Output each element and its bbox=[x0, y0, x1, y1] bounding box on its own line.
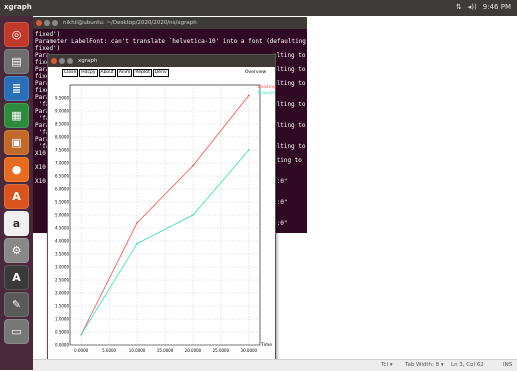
cursor-position: Ln 3, Col 62 bbox=[451, 362, 484, 368]
launcher: ◎ ▤ ≣ ▦ ▣ ● Aa ⚙ A ✎ ▭ bbox=[0, 16, 33, 370]
y-tick-label: 0.5000 bbox=[55, 330, 69, 335]
y-tick-label: 0.0000 bbox=[55, 343, 69, 348]
files-icon[interactable]: ▤ bbox=[4, 49, 29, 74]
firefox-icon[interactable]: ● bbox=[4, 157, 29, 182]
calc-icon[interactable]: ▦ bbox=[4, 103, 29, 128]
tab-width[interactable]: Tab Width: 8 ▾ bbox=[405, 362, 444, 368]
terminal-line-tail: ulting to bbox=[273, 101, 306, 108]
y-tick-label: 5.0000 bbox=[55, 213, 69, 218]
terminal-line: fixed') bbox=[35, 45, 61, 52]
top-panel: xgraph ⇅ ◂)) 9:46 PM bbox=[0, 0, 517, 16]
legend-label-existing: Existing bbox=[258, 84, 275, 90]
data-point bbox=[80, 333, 83, 336]
terminal-title: nikhil@ubuntu: ~/Desktop/2020/2020/ns/xg… bbox=[63, 20, 197, 26]
y-tick-label: 8.5000 bbox=[55, 122, 69, 127]
terminal-line-tail: ulting to bbox=[273, 143, 306, 150]
x-tick-label: 5.0000 bbox=[102, 348, 116, 353]
y-tick-label: 1.5000 bbox=[55, 304, 69, 309]
terminal-line: X10 bbox=[35, 164, 46, 171]
editor-icon[interactable]: ✎ bbox=[4, 292, 29, 317]
y-tick-label: 4.5000 bbox=[55, 226, 69, 231]
terminal-line-tail: ulting to bbox=[273, 122, 306, 129]
data-point bbox=[247, 94, 250, 97]
minimize-icon[interactable] bbox=[44, 20, 50, 26]
y-tick-label: 7.0000 bbox=[55, 161, 69, 166]
y-tick-label: 6.5000 bbox=[55, 174, 69, 179]
y-tick-label: 8.0000 bbox=[55, 135, 69, 140]
y-tick-label: 3.5000 bbox=[55, 252, 69, 257]
terminal-line: fixed') bbox=[35, 31, 61, 38]
data-point bbox=[136, 242, 138, 245]
writer-icon[interactable]: ≣ bbox=[4, 76, 29, 101]
syntax-mode[interactable]: Tcl ▾ bbox=[381, 362, 393, 368]
terminal-line: X10 bbox=[35, 150, 46, 157]
clock[interactable]: 9:46 PM bbox=[483, 3, 511, 11]
y-tick-label: 2.5000 bbox=[55, 278, 69, 283]
software-center-icon[interactable]: A bbox=[4, 184, 29, 209]
active-window-title: xgraph bbox=[4, 3, 32, 11]
terminal-line: Parameter LabelFont: can't translate `he… bbox=[35, 38, 307, 45]
terminal-line-tail: ulting to bbox=[273, 80, 306, 87]
y-tick-label: 7.5000 bbox=[55, 148, 69, 153]
data-point bbox=[192, 164, 194, 167]
impress-icon[interactable]: ▣ bbox=[4, 130, 29, 155]
terminal-titlebar[interactable]: nikhil@ubuntu: ~/Desktop/2020/2020/ns/xg… bbox=[33, 17, 307, 29]
settings-icon[interactable]: ⚙ bbox=[4, 238, 29, 263]
x-tick-label: 15.0000 bbox=[157, 348, 174, 353]
terminal-line-tail: ulting to bbox=[273, 52, 306, 59]
close-icon[interactable] bbox=[36, 20, 42, 26]
line-chart: 0.0000 0.5000 1.0000 1.5000 2.0000 2.5000 3.00… bbox=[55, 84, 275, 353]
x-tick-label: 10.0000 bbox=[129, 348, 146, 353]
updater-icon[interactable]: A bbox=[4, 265, 29, 290]
editor-statusbar: Tcl ▾ Tab Width: 8 ▾ Ln 3, Col 62 INS bbox=[33, 359, 517, 371]
y-tick-label: 6.0000 bbox=[55, 187, 69, 192]
y-tick-label: 9.0000 bbox=[55, 109, 69, 114]
amazon-icon[interactable]: a bbox=[4, 211, 29, 236]
x-tick-label: 20.0000 bbox=[185, 348, 202, 353]
dash-icon[interactable]: ◎ bbox=[4, 22, 29, 47]
data-point bbox=[136, 221, 138, 224]
y-tick-label: 2.0000 bbox=[55, 291, 69, 296]
y-tick-label: 1.0000 bbox=[55, 317, 69, 322]
terminal-line: X10 bbox=[35, 178, 46, 185]
x-tick-label: 25.0000 bbox=[213, 348, 230, 353]
printer-icon[interactable]: ▭ bbox=[4, 319, 29, 344]
x-tick-label: 0.0000 bbox=[74, 348, 88, 353]
network-icon[interactable]: ⇅ bbox=[456, 3, 462, 11]
y-tick-label: 4.0000 bbox=[55, 239, 69, 244]
data-point bbox=[192, 214, 194, 216]
legend-label-proposed: Proposed bbox=[258, 90, 275, 96]
system-tray[interactable]: ⇅ ◂)) 9:46 PM bbox=[456, 3, 511, 11]
y-tick-label: 5.5000 bbox=[55, 200, 69, 205]
xgraph-window[interactable]: xgraph Close Hdcpy About Anim Replot Der… bbox=[47, 54, 276, 362]
volume-icon[interactable]: ◂)) bbox=[468, 3, 477, 11]
y-tick-label: 3.0000 bbox=[55, 265, 69, 270]
data-point bbox=[247, 149, 250, 151]
x-tick-label: 30.0000 bbox=[241, 348, 258, 353]
terminal-line-tail: lting to bbox=[273, 157, 302, 164]
insert-mode: INS bbox=[503, 362, 513, 368]
maximize-icon[interactable] bbox=[52, 20, 58, 26]
y-tick-label: 9.5000 bbox=[55, 96, 69, 101]
x-axis-label: Time bbox=[260, 342, 272, 348]
terminal-line-tail: ulting to bbox=[273, 66, 306, 73]
